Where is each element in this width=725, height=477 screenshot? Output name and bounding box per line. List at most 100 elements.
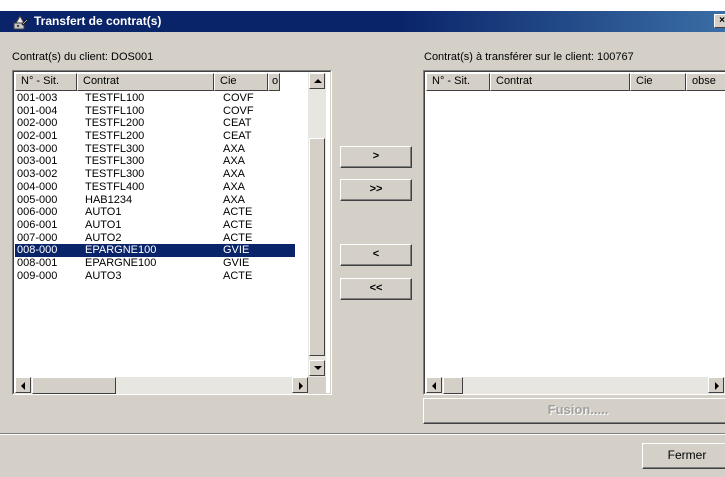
scroll-up-button[interactable] bbox=[309, 73, 325, 89]
cell-sit: 008-000 bbox=[17, 244, 58, 257]
list-item[interactable]: 001-004 TESTFL100 COVF bbox=[15, 105, 295, 118]
cell-cie: ACTE bbox=[223, 206, 253, 219]
list-item[interactable]: 007-000 AUTO2 ACTE bbox=[15, 232, 295, 245]
target-contracts-list[interactable]: N° - Sit. Contrat Cie obse bbox=[423, 70, 725, 395]
cell-sit: 003-002 bbox=[17, 168, 58, 181]
cell-contrat: AUTO1 bbox=[85, 206, 122, 219]
arrow-left-icon bbox=[21, 382, 25, 390]
col-header-obs[interactable]: o bbox=[268, 73, 280, 91]
cell-contrat: TESTFL200 bbox=[85, 117, 145, 130]
list-item[interactable]: 008-001 EPARGNE100 GVIE bbox=[15, 257, 295, 270]
source-contracts-list[interactable]: N° - Sit. Contrat Cie o 001-003 TESTFL100… bbox=[12, 70, 332, 395]
transfer-dialog: Transfert de contrat(s) × Contrat(s) du … bbox=[0, 10, 725, 477]
close-button[interactable]: Fermer bbox=[642, 443, 725, 469]
scroll-right-button[interactable] bbox=[292, 377, 308, 393]
scroll-corner bbox=[308, 377, 326, 394]
move-one-left-button[interactable]: < bbox=[340, 244, 412, 266]
list-item[interactable]: 003-001 TESTFL300 AXA bbox=[15, 155, 295, 168]
col-header-contrat[interactable]: Contrat bbox=[77, 73, 214, 91]
list-item[interactable]: 005-000 HAB1234 AXA bbox=[15, 194, 295, 207]
cell-cie: ACTE bbox=[223, 231, 253, 244]
scroll-thumb[interactable] bbox=[309, 138, 325, 356]
fusion-button[interactable]: Fusion..... bbox=[423, 398, 725, 424]
list-item[interactable]: 001-003 TESTFL100 COVF bbox=[15, 92, 295, 105]
cell-sit: 001-004 bbox=[17, 104, 58, 117]
cell-contrat: TESTFL300 bbox=[85, 168, 145, 181]
cell-cie: AXA bbox=[223, 180, 246, 193]
cell-contrat: EPARGNE100 bbox=[85, 244, 157, 257]
scroll-left-button[interactable] bbox=[15, 377, 31, 393]
source-hscrollbar[interactable] bbox=[15, 377, 308, 394]
scroll-right-button[interactable] bbox=[708, 377, 724, 393]
cell-cie: ACTE bbox=[223, 269, 253, 282]
cell-sit: 003-000 bbox=[17, 142, 58, 155]
target-client-label: Contrat(s) à transférer sur le client: 1… bbox=[424, 51, 634, 63]
scroll-left-button[interactable] bbox=[426, 377, 442, 393]
close-window-button[interactable]: × bbox=[714, 14, 725, 28]
cell-contrat: TESTFL200 bbox=[85, 130, 145, 143]
col-header-sit[interactable]: N° - Sit. bbox=[15, 73, 77, 91]
cell-sit: 009-000 bbox=[17, 269, 58, 282]
cell-sit: 005-000 bbox=[17, 193, 58, 206]
list-item[interactable]: 008-000 EPARGNE100 GVIE bbox=[15, 244, 295, 257]
cell-cie: CEAT bbox=[223, 130, 252, 143]
cell-cie: COVF bbox=[223, 92, 254, 104]
cell-sit: 001-003 bbox=[17, 92, 58, 104]
target-hscrollbar[interactable] bbox=[426, 377, 725, 394]
cell-sit: 007-000 bbox=[17, 231, 58, 244]
cell-contrat: TESTFL100 bbox=[85, 92, 145, 104]
cell-sit: 006-000 bbox=[17, 206, 58, 219]
arrow-left-icon bbox=[432, 382, 436, 390]
source-rows: 001-003 TESTFL100 COVF 001-004 TESTFL100 COVF… bbox=[15, 92, 295, 282]
col-header-observation[interactable]: obse bbox=[686, 73, 725, 91]
cell-contrat: AUTO3 bbox=[85, 269, 122, 282]
list-item[interactable]: 006-001 AUTO1 ACTE bbox=[15, 219, 295, 232]
arrow-right-icon bbox=[299, 382, 303, 390]
move-one-right-button[interactable]: > bbox=[340, 146, 412, 168]
cell-cie: AXA bbox=[223, 142, 246, 155]
cell-contrat: TESTFL100 bbox=[85, 104, 145, 117]
cell-cie: AXA bbox=[223, 168, 246, 181]
cell-contrat: AUTO1 bbox=[85, 218, 122, 231]
list-item[interactable]: 006-000 AUTO1 ACTE bbox=[15, 206, 295, 219]
cell-cie: ACTE bbox=[223, 218, 253, 231]
cell-sit: 004-000 bbox=[17, 180, 58, 193]
col-header-cie[interactable]: Cie bbox=[214, 73, 268, 91]
col-header-cie[interactable]: Cie bbox=[630, 73, 686, 91]
screen-top-edge bbox=[0, 0, 725, 10]
list-item[interactable]: 004-000 TESTFL400 AXA bbox=[15, 181, 295, 194]
cell-sit: 003-001 bbox=[17, 155, 58, 168]
scroll-hthumb[interactable] bbox=[32, 377, 116, 394]
list-item[interactable]: 003-000 TESTFL300 AXA bbox=[15, 143, 295, 156]
col-header-sit[interactable]: N° - Sit. bbox=[426, 73, 490, 91]
cell-cie: CEAT bbox=[223, 117, 252, 130]
list-item[interactable]: 002-001 TESTFL200 CEAT bbox=[15, 130, 295, 143]
cell-contrat: TESTFL300 bbox=[85, 142, 145, 155]
window-title: Transfert de contrat(s) bbox=[34, 14, 162, 28]
cell-cie: GVIE bbox=[223, 256, 250, 269]
scroll-hthumb[interactable] bbox=[443, 377, 463, 394]
cell-sit: 002-001 bbox=[17, 130, 58, 143]
list-item[interactable]: 003-002 TESTFL300 AXA bbox=[15, 168, 295, 181]
move-all-right-button[interactable]: >> bbox=[340, 179, 412, 201]
scroll-down-button[interactable] bbox=[309, 360, 325, 376]
cell-cie: GVIE bbox=[223, 244, 250, 257]
footer-separator bbox=[0, 433, 725, 435]
list-item[interactable]: 009-000 AUTO3 ACTE bbox=[15, 270, 295, 283]
cell-contrat: AUTO2 bbox=[85, 231, 122, 244]
app-icon bbox=[13, 14, 29, 30]
cell-contrat: HAB1234 bbox=[85, 193, 133, 206]
cell-cie: AXA bbox=[223, 193, 246, 206]
list-item[interactable]: 002-000 TESTFL200 CEAT bbox=[15, 117, 295, 130]
cell-sit: 006-001 bbox=[17, 218, 58, 231]
title-bar[interactable]: Transfert de contrat(s) × bbox=[0, 11, 725, 32]
cell-cie: COVF bbox=[223, 104, 254, 117]
source-client-label: Contrat(s) du client: DOS001 bbox=[12, 51, 154, 63]
cell-contrat: TESTFL300 bbox=[85, 155, 145, 168]
arrow-up-icon bbox=[314, 79, 322, 83]
source-vscrollbar[interactable] bbox=[308, 73, 326, 377]
col-header-contrat[interactable]: Contrat bbox=[490, 73, 630, 91]
cell-sit: 008-001 bbox=[17, 256, 58, 269]
move-all-left-button[interactable]: << bbox=[340, 278, 412, 300]
arrow-right-icon bbox=[715, 382, 719, 390]
